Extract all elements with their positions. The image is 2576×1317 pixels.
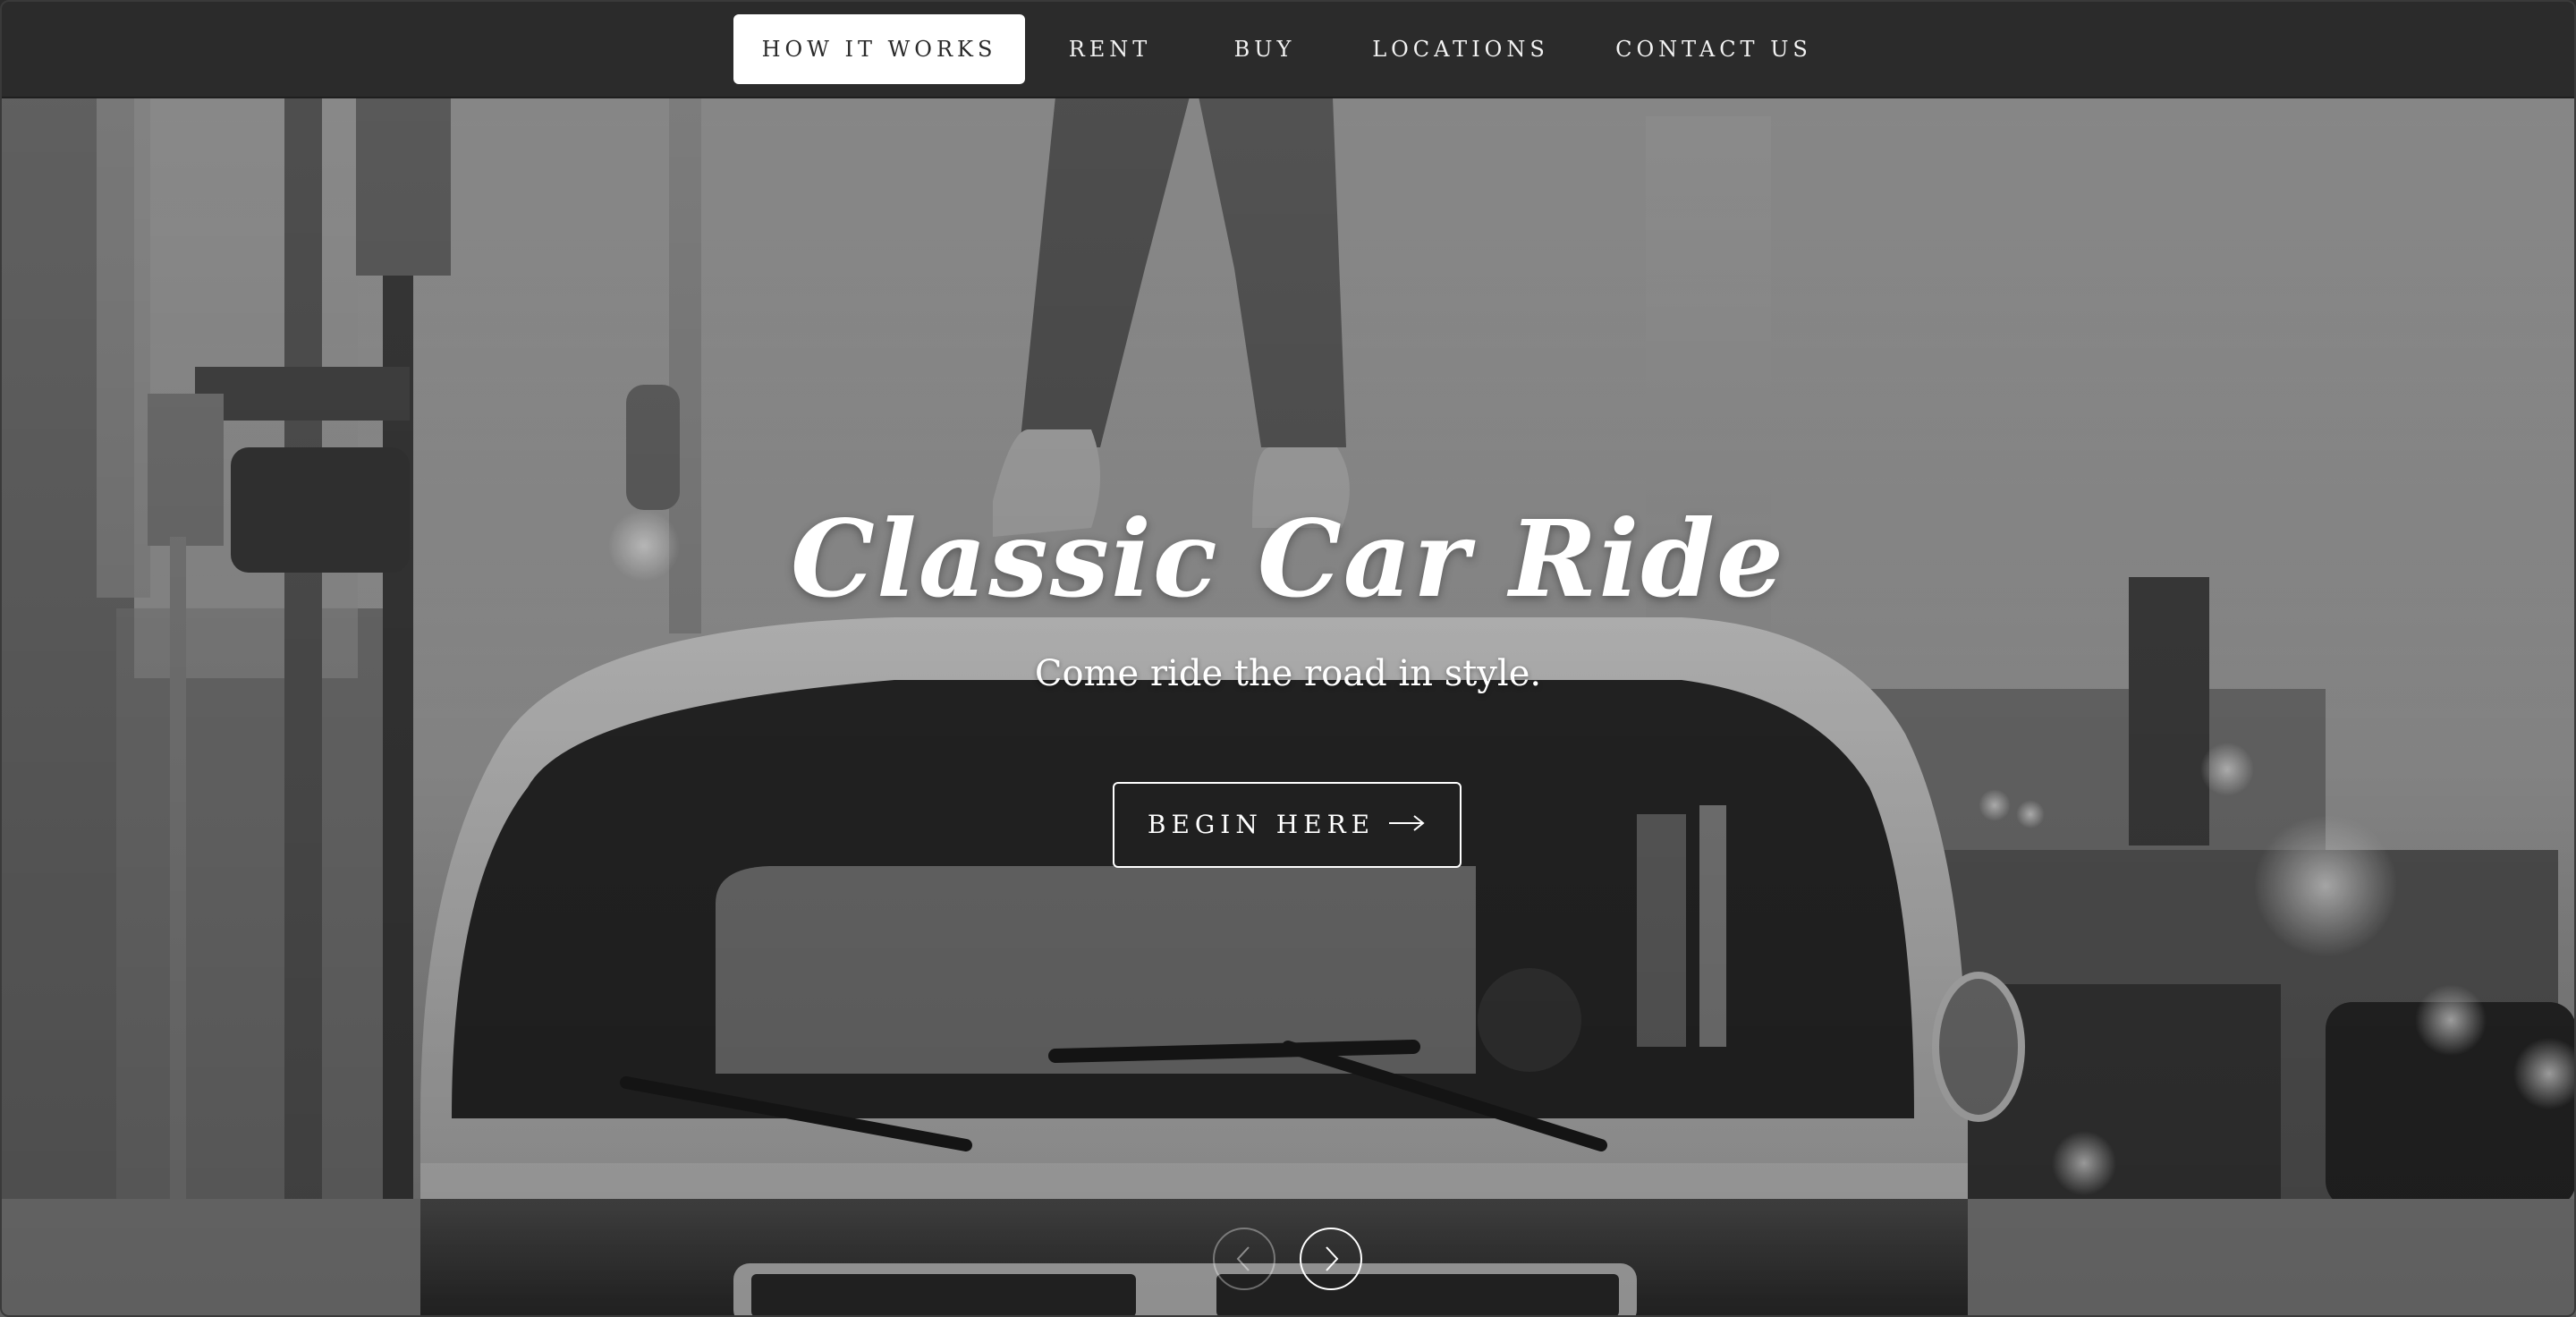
- slider-next-button[interactable]: [1300, 1228, 1362, 1290]
- begin-here-label: BEGIN HERE: [1147, 810, 1376, 839]
- page: HOW IT WORKS RENT BUY LOCATIONS CONTACT …: [0, 0, 2576, 1317]
- chevron-left-icon: [1236, 1246, 1250, 1271]
- hero-title: Classic Car Ride: [791, 497, 1785, 621]
- chevron-right-icon: [1326, 1246, 1339, 1271]
- nav-item-contact-us[interactable]: CONTACT US: [1601, 14, 1826, 84]
- hero-background-image: [0, 97, 2576, 1317]
- begin-here-button[interactable]: BEGIN HERE: [1113, 782, 1462, 868]
- nav-item-locations[interactable]: LOCATIONS: [1358, 14, 1563, 84]
- main-navigation: HOW IT WORKS RENT BUY LOCATIONS CONTACT …: [0, 0, 2576, 98]
- slider-prev-button[interactable]: [1213, 1228, 1275, 1290]
- hero-subtitle: Come ride the road in style.: [1034, 653, 1542, 694]
- nav-item-rent[interactable]: RENT: [1046, 14, 1174, 84]
- nav-item-buy[interactable]: BUY: [1208, 14, 1322, 84]
- nav-item-how-it-works[interactable]: HOW IT WORKS: [733, 14, 1025, 84]
- arrow-right-icon: [1387, 783, 1427, 865]
